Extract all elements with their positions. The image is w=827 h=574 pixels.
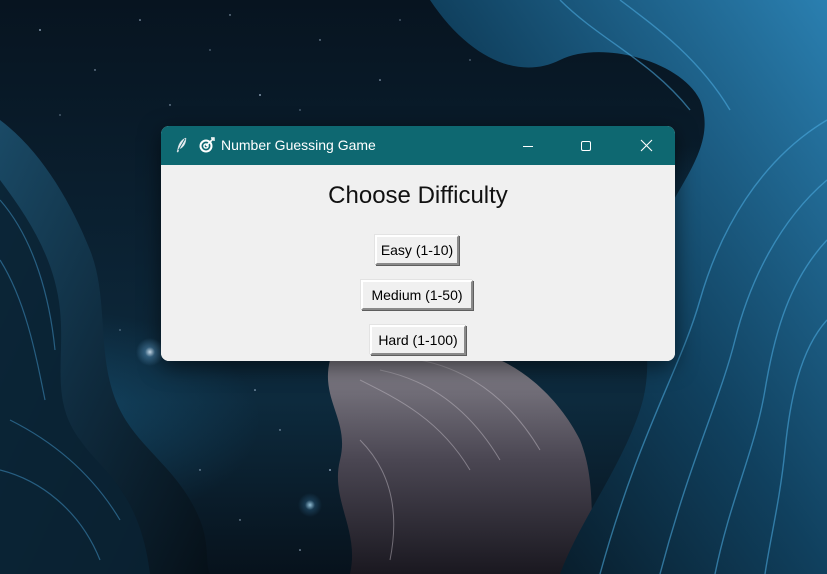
- maximize-icon: [581, 140, 591, 151]
- app-window: Number Guessing Game Choose Difficulty E…: [161, 126, 675, 361]
- minimize-icon: [523, 145, 533, 147]
- easy-difficulty-button[interactable]: Easy (1-10): [375, 235, 459, 265]
- page-title: Choose Difficulty: [328, 182, 508, 209]
- feather-icon: [173, 136, 191, 154]
- medium-difficulty-button[interactable]: Medium (1-50): [361, 280, 473, 310]
- hard-difficulty-button[interactable]: Hard (1-100): [370, 325, 466, 355]
- window-content: Choose Difficulty Easy (1-10) Medium (1-…: [161, 165, 675, 361]
- close-button[interactable]: [617, 126, 675, 165]
- target-icon: [198, 136, 216, 154]
- maximize-button[interactable]: [557, 126, 615, 165]
- title-bar[interactable]: Number Guessing Game: [161, 126, 675, 165]
- window-title: Number Guessing Game: [221, 137, 376, 153]
- minimize-button[interactable]: [499, 126, 557, 165]
- close-icon: [640, 139, 652, 152]
